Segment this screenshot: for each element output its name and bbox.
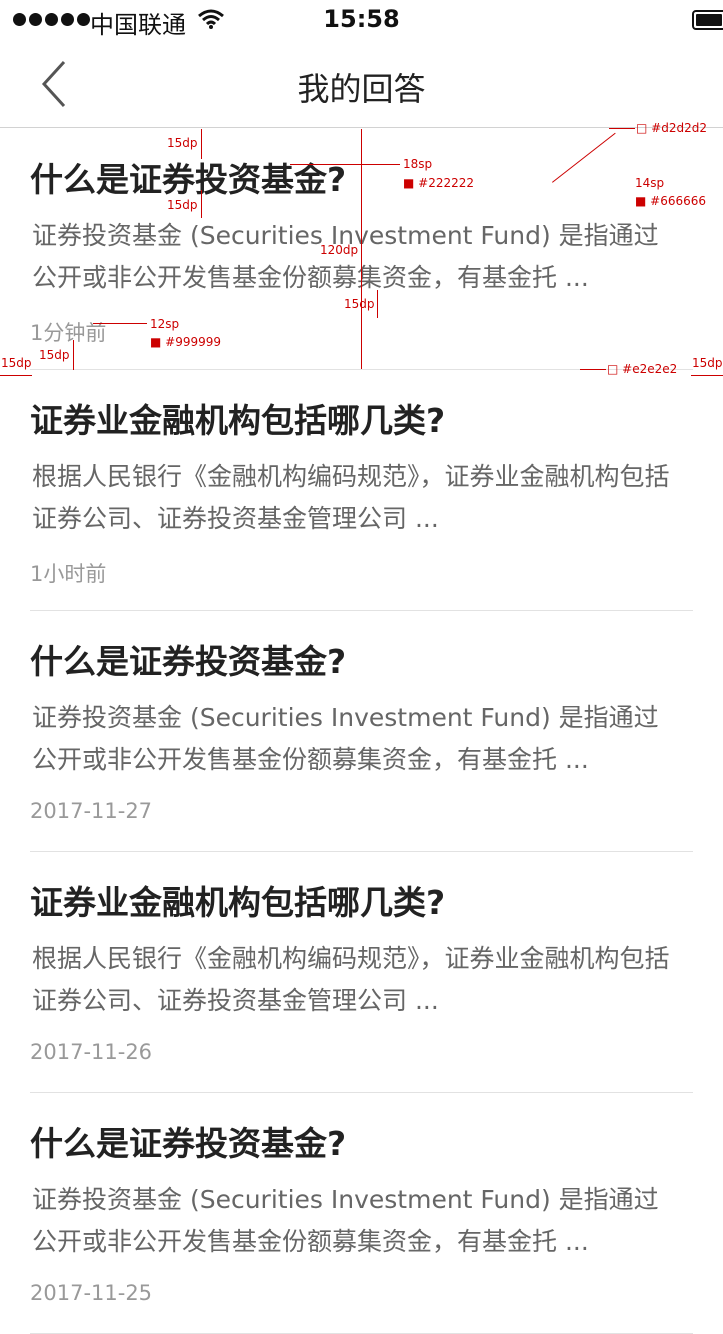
- answer-time: 2017-11-25: [30, 1281, 153, 1305]
- answer-title: 证券业金融机构包括哪几类?: [30, 883, 446, 922]
- spec-right-padding: 15dp: [692, 356, 723, 370]
- spec-time-color: ■ #999999: [150, 335, 222, 349]
- answer-time: 2017-11-27: [30, 799, 153, 823]
- answer-item[interactable]: 什么是证券投资基金? 证券投资基金 (Securities Investment…: [30, 611, 693, 852]
- answer-summary: 根据人民银行《金融机构编码规范》，证券业金融机构包括证券公司、证券投资基金管理公…: [32, 462, 670, 533]
- page-title: 我的回答: [297, 70, 426, 108]
- answer-title: 证券业金融机构包括哪几类?: [30, 401, 446, 440]
- answer-title: 什么是证券投资基金?: [30, 160, 347, 199]
- answer-time: 2017-11-26: [30, 1040, 153, 1064]
- spec-left-padding: 15dp: [1, 356, 32, 370]
- status-bar: 中国联通 15:58: [0, 0, 723, 40]
- spec-bottom-gap: 15dp: [39, 348, 70, 362]
- answer-time: 1小时前: [30, 562, 107, 586]
- spec-nav-border-color: □ #d2d2d2: [636, 121, 707, 135]
- navigation-bar: 我的回答: [0, 40, 723, 128]
- answer-summary: 根据人民银行《金融机构编码规范》，证券业金融机构包括证券公司、证券投资基金管理公…: [32, 944, 670, 1015]
- answer-summary: 证券投资基金 (Securities Investment Fund) 是指通过…: [32, 1185, 659, 1256]
- status-time: 15:58: [323, 5, 400, 33]
- spec-top-gap: 15dp: [167, 136, 198, 150]
- answer-summary: 证券投资基金 (Securities Investment Fund) 是指通过…: [32, 703, 659, 774]
- answer-summary: 证券投资基金 (Securities Investment Fund) 是指通过…: [32, 221, 659, 292]
- spec-body-color: ■ #666666: [635, 194, 707, 208]
- answer-time: 1分钟前: [30, 321, 107, 345]
- answer-item[interactable]: 什么是证券投资基金? 证券投资基金 (Securities Investment…: [30, 1093, 693, 1334]
- spec-body-size: 14sp: [635, 176, 665, 190]
- spec-item-height: 120dp: [320, 243, 359, 257]
- spec-title-gap: 15dp: [167, 198, 198, 212]
- answer-title: 什么是证券投资基金?: [30, 1124, 347, 1163]
- spec-time-size: 12sp: [150, 317, 180, 331]
- spec-body-gap: 15dp: [344, 297, 375, 311]
- spec-title-size: 18sp: [403, 157, 433, 171]
- spec-title-color: ■ #222222: [403, 176, 475, 190]
- spec-divider-color: □ #e2e2e2: [607, 362, 678, 376]
- answer-title: 什么是证券投资基金?: [30, 642, 347, 681]
- answer-item[interactable]: 证券业金融机构包括哪几类? 根据人民银行《金融机构编码规范》，证券业金融机构包括…: [30, 370, 693, 611]
- battery-icon: [692, 10, 723, 30]
- answer-item[interactable]: 证券业金融机构包括哪几类? 根据人民银行《金融机构编码规范》，证券业金融机构包括…: [30, 852, 693, 1093]
